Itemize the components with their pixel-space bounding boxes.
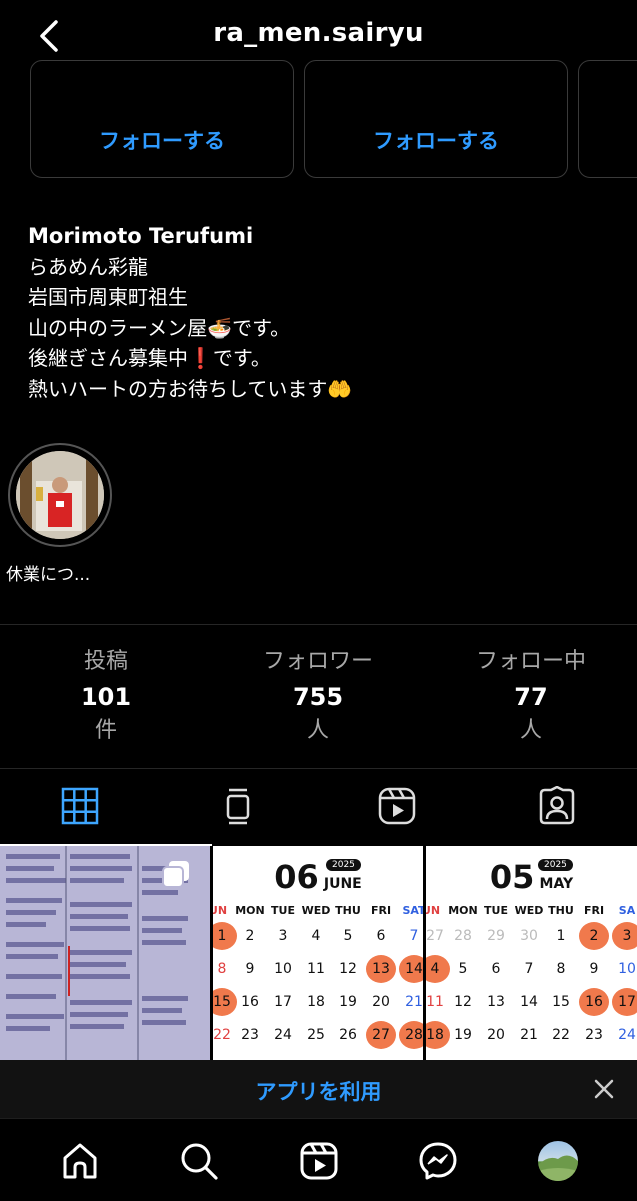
suggested-account-card[interactable]: フォローする <box>30 60 294 178</box>
weekday-label: TUE <box>484 904 508 917</box>
weekday-label: THU <box>548 904 574 917</box>
follow-button[interactable]: フォローする <box>31 125 293 155</box>
bio-line: らあめん彩龍 <box>28 254 148 279</box>
bio-line: 岩国市周東町祖生 <box>28 285 188 309</box>
calendar-year-badge: 2025 <box>326 859 361 871</box>
bio-line: 山の中のラーメン屋🍜です。 <box>28 315 291 340</box>
bottom-navigation <box>0 1118 637 1201</box>
divider <box>0 768 637 769</box>
calendar-month-name: JUNE <box>323 876 362 892</box>
calendar-month-name: MAY <box>539 876 574 892</box>
highlight-cover-image <box>16 451 104 539</box>
weekday-label: MON <box>448 904 478 917</box>
post-thumbnail[interactable]: 06 JUNE 2025 UN MON TUE WED THU FRI SAT … <box>213 846 423 1060</box>
suggested-account-card[interactable]: フォローする <box>304 60 568 178</box>
feed-icon[interactable] <box>218 786 258 826</box>
stat-unit: 人 <box>519 718 542 743</box>
stat-value: 755 <box>292 683 344 711</box>
weekday-label: THU <box>335 904 361 917</box>
reels-icon[interactable] <box>299 1141 339 1181</box>
open-in-app-link[interactable]: アプリを利用 <box>0 1076 637 1106</box>
stat-value: 77 <box>514 683 548 711</box>
weekday-label: FRI <box>583 904 605 917</box>
calendar-year-badge: 2025 <box>538 859 573 871</box>
profile-username-title: ra_men.sairyu <box>213 18 424 48</box>
bio-line: 後継ぎさん募集中❗️です。 <box>28 346 271 370</box>
weekday-label: TUE <box>271 904 295 917</box>
post-thumbnail[interactable] <box>0 846 210 1060</box>
reels-icon[interactable] <box>377 786 417 826</box>
profile-full-name: Morimoto Terufumi <box>28 224 254 248</box>
tagged-icon[interactable] <box>537 786 577 826</box>
stat-unit: 件 <box>94 718 117 743</box>
calendar-month-number: 06 <box>274 858 319 896</box>
calendar-month-number: 05 <box>489 858 535 896</box>
highlight-label: 休業につ... <box>6 565 91 585</box>
suggested-account-card-partial[interactable] <box>578 60 637 178</box>
stat-value: 101 <box>80 683 132 711</box>
carousel-icon <box>162 861 189 888</box>
stat-label: 投稿 <box>83 649 128 674</box>
stat-label: フォロー中 <box>475 649 586 674</box>
divider <box>0 624 637 625</box>
open-in-app-banner[interactable]: アプリを利用 <box>0 1060 637 1118</box>
home-icon[interactable] <box>60 1141 100 1181</box>
stat-following[interactable]: フォロー中 77 人 <box>431 647 631 745</box>
close-icon[interactable] <box>591 1076 617 1102</box>
weekday-label: FRI <box>370 904 392 917</box>
grid-icon[interactable] <box>60 786 100 826</box>
search-icon[interactable] <box>179 1141 219 1181</box>
weekday-label: MON <box>235 904 265 917</box>
follow-button[interactable]: フォローする <box>305 125 567 155</box>
messenger-icon[interactable] <box>418 1141 458 1181</box>
stat-followers[interactable]: フォロワー 755 人 <box>218 647 418 745</box>
stat-posts[interactable]: 投稿 101 件 <box>6 647 206 745</box>
stat-unit: 人 <box>306 718 329 743</box>
story-highlight[interactable] <box>8 443 112 547</box>
calendar-header: 05 MAY <box>426 858 637 896</box>
post-thumbnail[interactable]: 05 MAY 2025 UN MON TUE WED THU FRI SA 27… <box>426 846 637 1060</box>
bio-line: 熱いハートの方お待ちしています🤲 <box>28 376 353 401</box>
profile-avatar[interactable] <box>538 1141 578 1181</box>
calendar-header: 06 JUNE <box>213 858 423 896</box>
stat-label: フォロワー <box>262 649 373 674</box>
weekday-label: WED <box>514 904 544 917</box>
weekday-label: WED <box>301 904 331 917</box>
profile-bio: Morimoto Terufumi らあめん彩龍 岩国市周東町祖生 山の中のラー… <box>28 221 352 404</box>
